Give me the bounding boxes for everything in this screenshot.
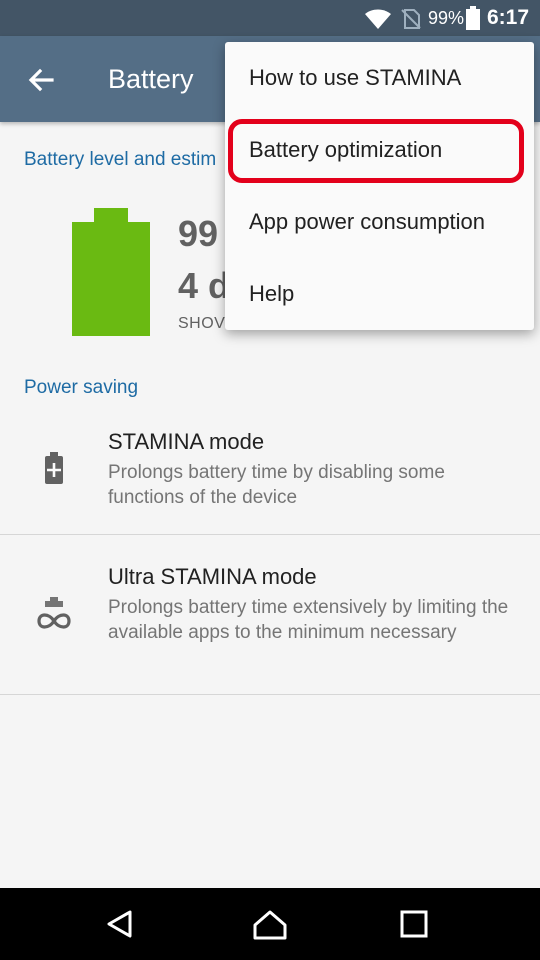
battery-level-value: 99	[178, 213, 219, 254]
page-title: Battery	[108, 64, 194, 94]
stamina-mode-item[interactable]: STAMINA mode Prolongs battery time by di…	[0, 412, 540, 534]
recents-icon[interactable]	[394, 904, 434, 944]
stamina-mode-title: STAMINA mode	[108, 429, 265, 454]
menu-item-label: App power consumption	[249, 209, 486, 234]
arrow-back-icon[interactable]	[22, 60, 62, 100]
ultra-stamina-mode-description: Prolongs battery time extensively by lim…	[108, 597, 509, 643]
ultra-stamina-mode-title: Ultra STAMINA mode	[108, 564, 317, 589]
menu-item-how-to-use-stamina[interactable]: How to use STAMINA	[225, 42, 534, 114]
home-icon[interactable]	[250, 904, 290, 944]
menu-item-app-power-consumption[interactable]: App power consumption	[225, 186, 534, 258]
clock: 6:17	[487, 6, 530, 29]
navigation-bar	[0, 888, 540, 960]
battery-estimate-value: 4 d	[178, 265, 231, 306]
divider	[0, 694, 540, 695]
back-triangle-icon[interactable]	[100, 904, 140, 944]
show-details-link[interactable]: SHOV	[178, 314, 225, 334]
battery-infinity-icon	[37, 597, 71, 629]
menu-item-label: How to use STAMINA	[249, 65, 462, 90]
battery-icon	[466, 6, 480, 30]
status-bar: 99% 6:17	[0, 0, 540, 36]
highlight-annotation	[228, 119, 524, 183]
menu-item-label: Help	[249, 281, 295, 306]
battery-level-header: Battery level and estim	[24, 149, 217, 170]
overflow-menu: How to use STAMINA Battery optimization …	[225, 42, 534, 330]
power-saving-header: Power saving	[24, 377, 139, 398]
battery-percent: 99%	[428, 8, 465, 28]
battery-level-icon	[72, 208, 150, 336]
stamina-mode-description: Prolongs battery time by disabling some …	[108, 462, 445, 508]
no-sim-icon	[401, 9, 421, 29]
wifi-icon	[365, 9, 391, 29]
menu-item-help[interactable]: Help	[225, 258, 534, 330]
ultra-stamina-mode-item[interactable]: Ultra STAMINA mode Prolongs battery time…	[0, 535, 540, 693]
battery-plus-icon	[45, 452, 63, 484]
